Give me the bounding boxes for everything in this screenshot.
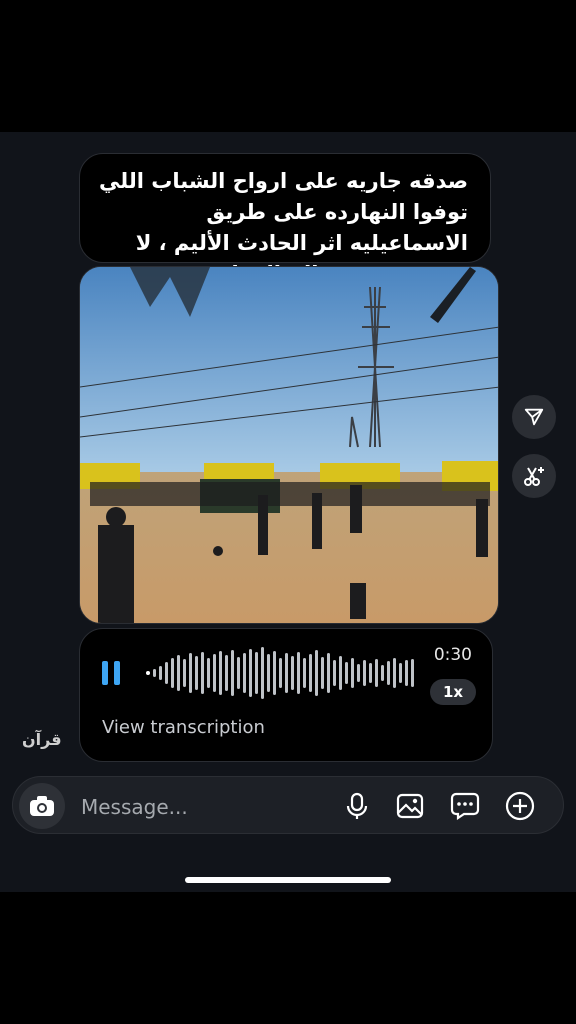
audio-duration: 0:30 [433,645,472,665]
message-bubble[interactable]: صدقه جاريه على ارواح الشباب اللي توفوا ا… [79,153,491,286]
camera-icon [30,796,54,816]
audio-waveform[interactable] [146,643,422,703]
pause-icon[interactable] [102,661,122,685]
video-media[interactable] [79,266,499,624]
message-input[interactable] [79,791,323,823]
video-frame-image [80,267,498,623]
gallery-icon [396,793,424,819]
sticker-button[interactable] [450,791,480,821]
view-transcription-link[interactable]: View transcription [102,717,265,738]
message-composer [12,776,564,834]
share-icon [524,408,544,426]
sticker-icon [450,792,480,820]
voice-message: 0:30 1x View transcription [79,628,493,762]
add-icon [505,791,535,821]
ai-edit-button[interactable] [512,454,556,498]
camera-button[interactable] [19,783,65,829]
gallery-button[interactable] [395,791,425,821]
sender-label: قرآن [22,730,62,749]
microphone-button[interactable] [342,791,372,821]
add-button[interactable] [505,791,535,821]
microphone-icon [346,792,368,819]
playback-speed-button[interactable]: 1x [430,679,476,705]
home-indicator[interactable] [185,877,391,883]
share-button[interactable] [512,395,556,439]
ai-sparkle-scissors-icon [524,467,544,486]
